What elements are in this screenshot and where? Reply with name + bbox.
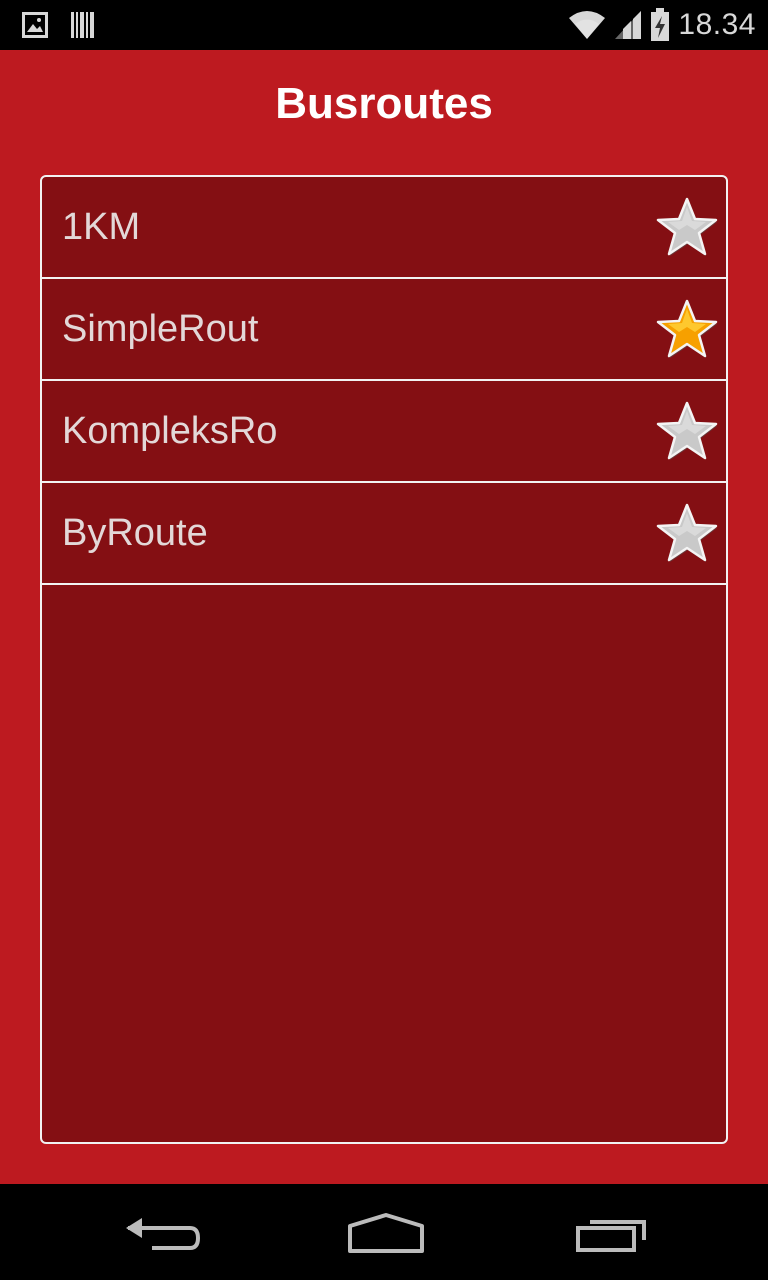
favorite-star-icon[interactable]	[654, 399, 720, 463]
battery-charging-icon	[651, 8, 670, 41]
navigation-bar	[0, 1184, 768, 1280]
home-icon[interactable]	[346, 1212, 426, 1256]
cell-signal-icon	[615, 11, 642, 39]
route-list-item[interactable]: SimpleRout	[42, 279, 726, 381]
app-screen: Busroutes 1KM SimpleRout KompleksRo ByRo…	[0, 50, 768, 1184]
route-list[interactable]: 1KM SimpleRout KompleksRo ByRoute	[40, 175, 728, 1144]
route-list-item[interactable]: 1KM	[42, 177, 726, 279]
route-name: ByRoute	[62, 512, 208, 554]
route-name: 1KM	[62, 206, 141, 248]
route-list-item[interactable]: ByRoute	[42, 483, 726, 585]
route-list-item[interactable]: KompleksRo	[42, 381, 726, 483]
route-name: SimpleRout	[62, 308, 259, 350]
route-name: KompleksRo	[62, 410, 278, 452]
recent-apps-icon[interactable]	[572, 1212, 652, 1256]
favorite-star-icon[interactable]	[654, 195, 720, 259]
favorite-star-icon[interactable]	[654, 501, 720, 565]
barcode-notification-icon	[71, 12, 94, 38]
wifi-icon	[569, 11, 606, 39]
page-title: Busroutes	[275, 79, 493, 128]
back-icon[interactable]	[122, 1212, 202, 1256]
status-bar: 18.34	[0, 0, 768, 50]
clock-time: 18.34	[678, 8, 756, 41]
favorite-star-icon-active[interactable]	[654, 297, 720, 361]
image-notification-icon	[22, 12, 48, 38]
notification-icons	[22, 11, 96, 39]
system-status-icons: 18.34	[568, 6, 756, 44]
